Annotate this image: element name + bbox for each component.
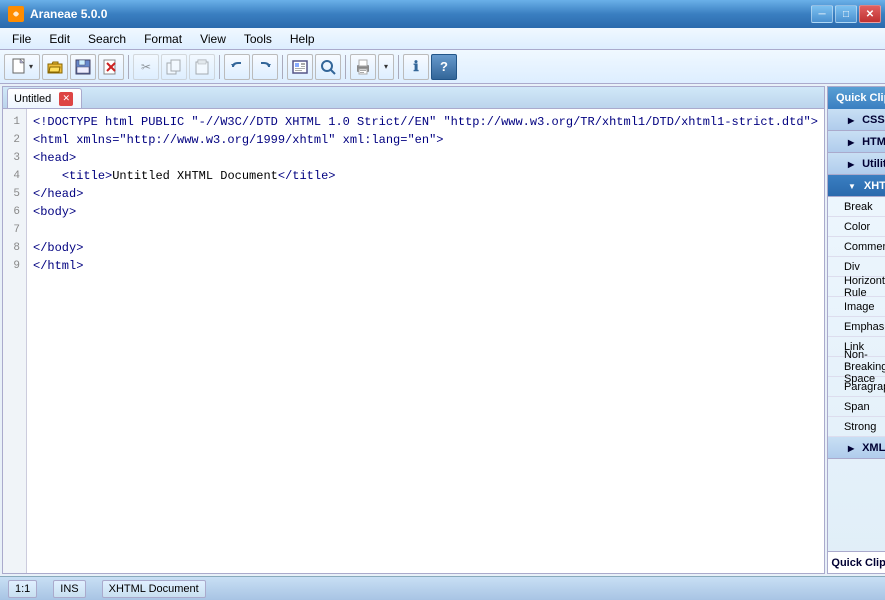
qc-item-image[interactable]: Image(F6) [828, 297, 885, 317]
info-btn[interactable]: ℹ [403, 54, 429, 80]
quick-clips-title: Quick Clips [836, 92, 885, 104]
toolbar-sep-5 [398, 55, 399, 79]
tab-close-btn[interactable]: ✕ [59, 92, 73, 106]
qc-section-xhtml: XHTML Break(Shift+Ctrl+B) Color(F5) Comm… [828, 175, 885, 437]
preview-btn[interactable] [287, 54, 313, 80]
app-title: Araneae 5.0.0 [30, 7, 107, 21]
save-btn[interactable] [70, 54, 96, 80]
qc-item-strong[interactable]: Strong(Ctrl+B) [828, 417, 885, 437]
editor-area: Untitled ✕ 1 2 3 4 5 6 7 8 9 <!DOCTYPE h… [2, 86, 825, 574]
quick-clips-tabs: Quick Clips Search [828, 551, 885, 573]
menu-bar: File Edit Search Format View Tools Help [0, 28, 885, 50]
line-num-9: 9 [5, 257, 24, 275]
code-area[interactable]: 1 2 3 4 5 6 7 8 9 <!DOCTYPE html PUBLIC … [3, 109, 824, 573]
print-dropdown-btn[interactable]: ▾ [378, 54, 394, 80]
status-mode: INS [53, 580, 85, 598]
tab-bar: Untitled ✕ [3, 87, 824, 109]
qc-css-arrow [848, 114, 854, 126]
toolbar-sep-1 [128, 55, 129, 79]
qc-section-html: HTML [828, 131, 885, 153]
line-numbers: 1 2 3 4 5 6 7 8 9 [3, 109, 27, 573]
qc-xhtml-arrow [848, 180, 856, 192]
qc-item-paragraph[interactable]: Paragraph(Shift+Ctrl+P) [828, 377, 885, 397]
qc-section-xml: XML [828, 437, 885, 459]
qc-item-color[interactable]: Color(F5) [828, 217, 885, 237]
qc-css-label: CSS [862, 114, 885, 126]
maximize-button[interactable]: □ [835, 5, 857, 23]
line-num-4: 4 [5, 167, 24, 185]
toolbar: ▾ ✂ [0, 50, 885, 84]
code-content[interactable]: <!DOCTYPE html PUBLIC "-//W3C//DTD XHTML… [27, 109, 824, 573]
line-num-3: 3 [5, 149, 24, 167]
qc-utilities-arrow [848, 158, 854, 170]
qc-utilities-label: Utilities [862, 158, 885, 170]
undo-btn[interactable] [224, 54, 250, 80]
toolbar-sep-4 [345, 55, 346, 79]
copy-btn[interactable] [161, 54, 187, 80]
line-num-6: 6 [5, 203, 24, 221]
help-btn[interactable]: ? [431, 54, 457, 80]
qc-item-emphasis[interactable]: Emphasis(Ctrl+I) [828, 317, 885, 337]
menu-edit[interactable]: Edit [41, 30, 78, 48]
cut-btn[interactable]: ✂ [133, 54, 159, 80]
qc-xml-label: XML [862, 442, 885, 454]
new-dropdown-btn[interactable]: ▾ [4, 54, 40, 80]
title-bar: Araneae 5.0.0 ─ □ ✕ [0, 0, 885, 28]
quick-clips-header: Quick Clips ✕ [828, 87, 885, 109]
line-num-5: 5 [5, 185, 24, 203]
app-icon [8, 6, 24, 22]
toolbar-sep-3 [282, 55, 283, 79]
toolbar-sep-2 [219, 55, 220, 79]
qc-section-utilities: Utilities [828, 153, 885, 175]
qc-section-xhtml-header[interactable]: XHTML [828, 175, 885, 197]
qc-html-arrow [848, 136, 854, 148]
open-btn[interactable] [42, 54, 68, 80]
qc-spacer [828, 459, 885, 551]
qc-section-css: CSS [828, 109, 885, 131]
line-num-7: 7 [5, 221, 24, 239]
line-num-1: 1 [5, 113, 24, 131]
status-bar: 1:1 INS XHTML Document [0, 576, 885, 600]
qc-section-css-header[interactable]: CSS [828, 109, 885, 131]
qc-tab-quick-clips[interactable]: Quick Clips [828, 552, 885, 573]
menu-view[interactable]: View [192, 30, 234, 48]
qc-item-nbsp[interactable]: Non-Breaking Spaceift+Ctrl+Space) [828, 357, 885, 377]
qc-item-break[interactable]: Break(Shift+Ctrl+B) [828, 197, 885, 217]
line-num-2: 2 [5, 131, 24, 149]
main-area: Untitled ✕ 1 2 3 4 5 6 7 8 9 <!DOCTYPE h… [0, 84, 885, 576]
menu-search[interactable]: Search [80, 30, 134, 48]
tab-title: Untitled [14, 93, 51, 105]
close-window-button[interactable]: ✕ [859, 5, 881, 23]
line-num-8: 8 [5, 239, 24, 257]
qc-xhtml-label: XHTML [864, 180, 885, 192]
paste-btn[interactable] [189, 54, 215, 80]
find-btn[interactable] [315, 54, 341, 80]
qc-item-horizontal-rule[interactable]: Horizontal Rule(Shift+Ctrl+H) [828, 277, 885, 297]
qc-section-html-header[interactable]: HTML [828, 131, 885, 153]
close-file-btn[interactable] [98, 54, 124, 80]
menu-file[interactable]: File [4, 30, 39, 48]
status-doc-type: XHTML Document [102, 580, 206, 598]
menu-tools[interactable]: Tools [236, 30, 280, 48]
qc-html-label: HTML [862, 136, 885, 148]
print-btn[interactable] [350, 54, 376, 80]
minimize-button[interactable]: ─ [811, 5, 833, 23]
menu-help[interactable]: Help [282, 30, 323, 48]
qc-section-utilities-header[interactable]: Utilities [828, 153, 885, 175]
quick-clips-panel: Quick Clips ✕ CSS HTML Utilities [827, 86, 885, 574]
qc-section-xml-header[interactable]: XML [828, 437, 885, 459]
qc-xml-arrow [848, 442, 854, 454]
status-position: 1:1 [8, 580, 37, 598]
menu-format[interactable]: Format [136, 30, 190, 48]
redo-btn[interactable] [252, 54, 278, 80]
qc-item-span[interactable]: Span(Shift+Ctrl+S) [828, 397, 885, 417]
qc-item-comment[interactable]: Comment(Ctrl+F1) [828, 237, 885, 257]
editor-tab[interactable]: Untitled ✕ [7, 88, 82, 108]
window-controls: ─ □ ✕ [811, 5, 881, 23]
